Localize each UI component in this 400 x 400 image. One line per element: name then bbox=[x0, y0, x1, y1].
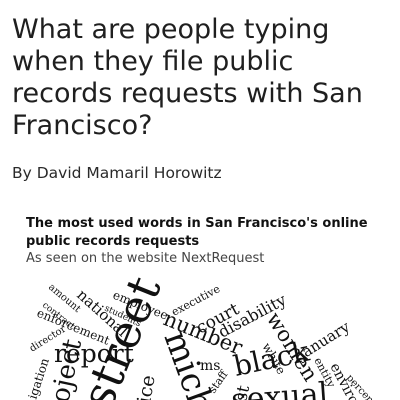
word-cloud: amount national employee executive contr… bbox=[0, 272, 400, 400]
article-byline: By David Mamaril Horowitz bbox=[12, 164, 222, 182]
figure-title: The most used words in San Francisco's o… bbox=[26, 216, 368, 249]
article-headline: What are people typing when they file pu… bbox=[12, 14, 363, 141]
figure-subtitle: As seen on the website NextRequest bbox=[26, 251, 265, 266]
word-cloud-word: ice bbox=[133, 374, 160, 400]
